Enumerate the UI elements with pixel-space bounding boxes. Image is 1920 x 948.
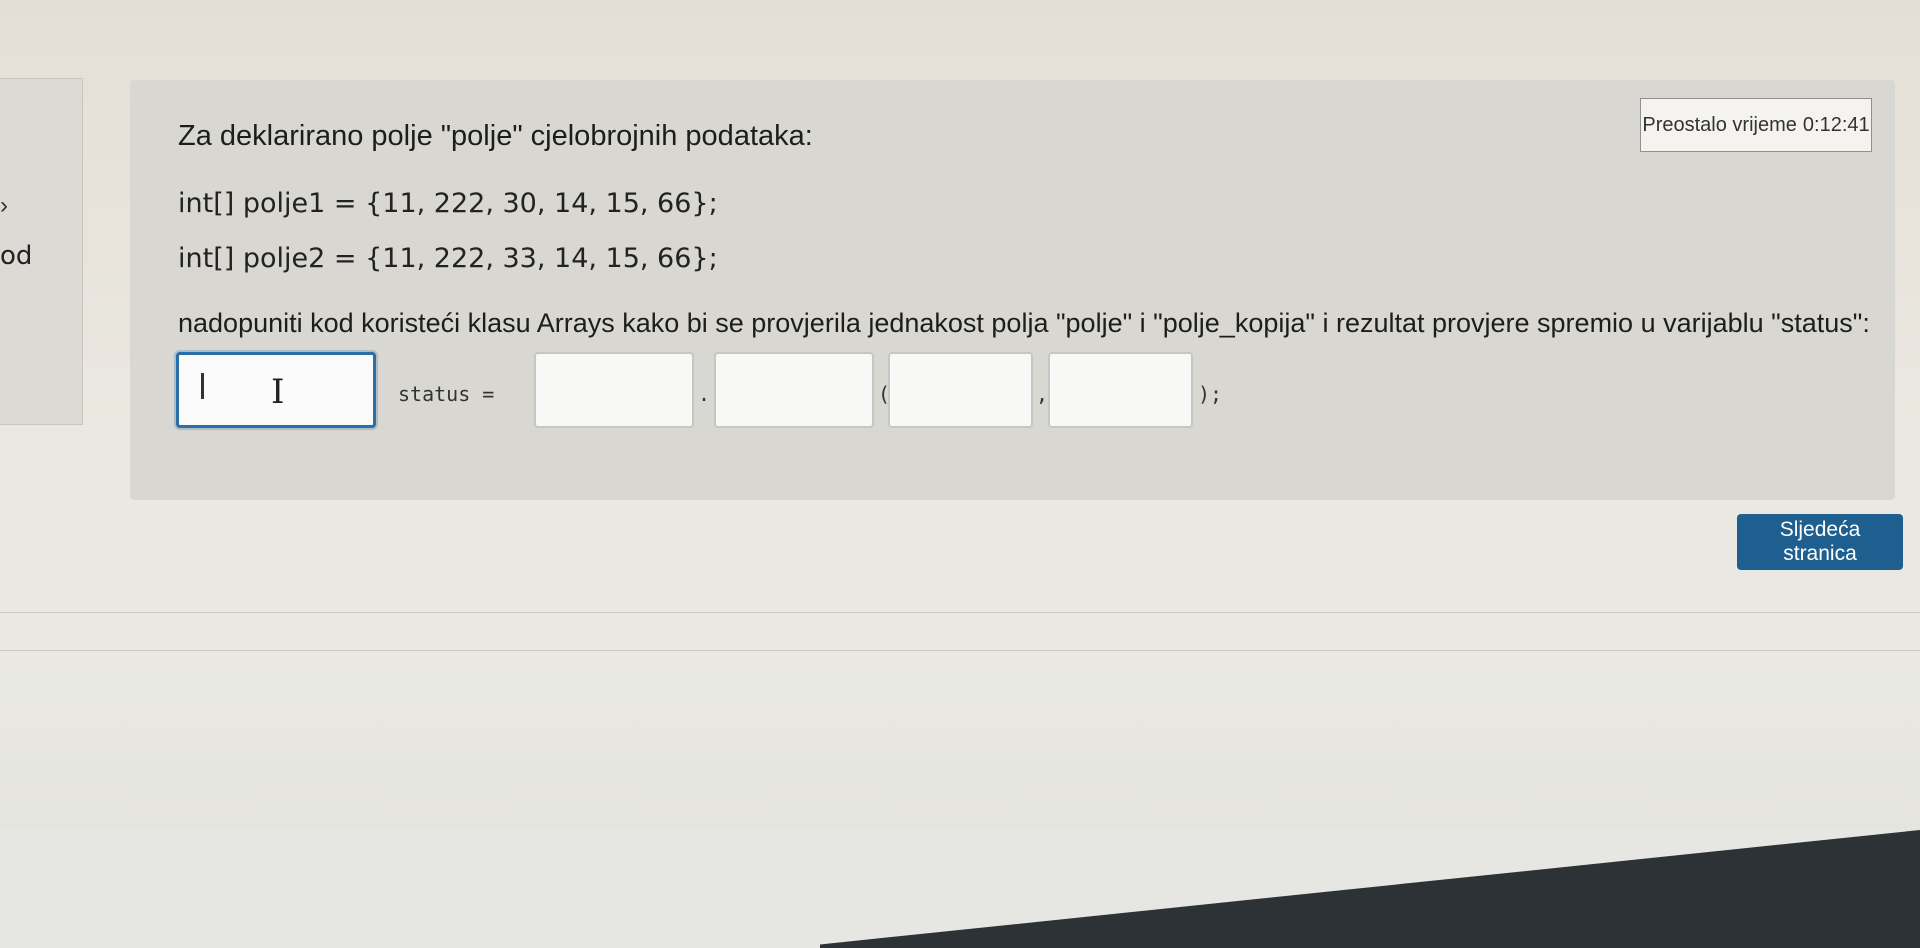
answer-blank-1[interactable]: I	[176, 352, 376, 428]
left-sidebar-panel: › od	[0, 78, 83, 425]
chevron-right-icon: ›	[0, 192, 8, 219]
comma-token: ,	[1036, 382, 1049, 406]
dot-token: .	[698, 382, 711, 406]
page-footer	[0, 830, 1920, 948]
close-token: );	[1198, 382, 1223, 406]
time-remaining-box: Preostalo vrijeme 0:12:41	[1640, 98, 1872, 152]
sidebar-text-fragment: od	[0, 241, 33, 271]
answer-row: I status = . ( , );	[176, 352, 1576, 432]
next-page-button[interactable]: Sljedeća stranica	[1737, 514, 1903, 570]
timer-label: Preostalo vrijeme	[1642, 113, 1797, 136]
divider-line-2	[0, 650, 1920, 651]
code-line-2: int[] polje2 = {11, 222, 33, 14, 15, 66}…	[178, 243, 718, 274]
answer-blank-5[interactable]	[1048, 352, 1193, 428]
question-title: Za deklarirano polje "polje" cjelobrojni…	[178, 120, 813, 152]
code-line-1: int[] polje1 = {11, 222, 30, 14, 15, 66}…	[178, 188, 718, 219]
answer-blank-3[interactable]	[714, 352, 874, 428]
ibeam-cursor-icon: I	[271, 372, 285, 412]
divider-line	[0, 612, 1920, 613]
dark-corner-region	[820, 830, 1920, 948]
instruction-text: nadopuniti kod koristeći klasu Arrays ka…	[178, 308, 1870, 338]
question-instruction: nadopuniti kod koristeći klasu Arrays ka…	[178, 308, 1870, 339]
answer-blank-2[interactable]	[534, 352, 694, 428]
timer-value: 0:12:41	[1802, 113, 1870, 136]
text-cursor-icon	[201, 373, 204, 399]
status-label: status =	[398, 382, 495, 406]
question-card: Za deklarirano polje "polje" cjelobrojni…	[130, 80, 1895, 500]
answer-blank-4[interactable]	[888, 352, 1033, 428]
